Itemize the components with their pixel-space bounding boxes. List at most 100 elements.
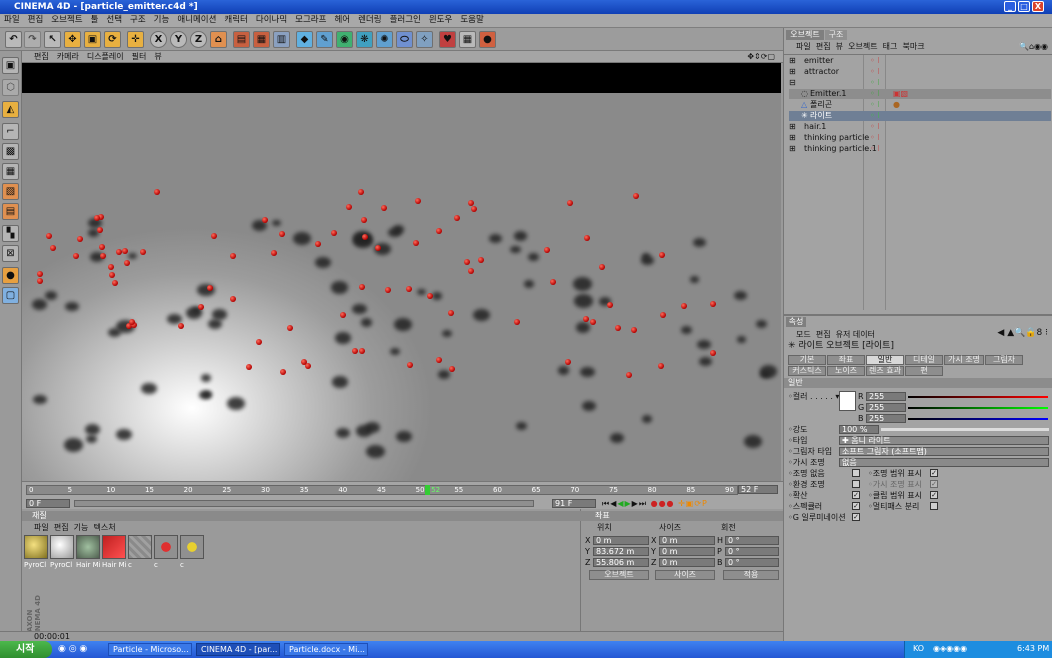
apply-button[interactable]: 적용: [723, 570, 779, 580]
workplane-icon[interactable]: ▢: [2, 287, 19, 304]
timeline-ruler[interactable]: 0 5 10 15 20 25 30 35 40 45 50 52 55 60 65 70 75 80 85 90: [26, 485, 738, 495]
object-row-light-selected[interactable]: ✳ 라이트 ◦ ⁝: [789, 111, 1051, 121]
language-indicator[interactable]: KO: [913, 644, 924, 653]
tab-objects[interactable]: 오브젝트: [786, 30, 824, 40]
attr-tab-details[interactable]: 디테일: [905, 355, 943, 365]
attr-tab-visible-light[interactable]: 가시 조명: [944, 355, 984, 365]
animation-mode-icon[interactable]: ⊠: [2, 245, 19, 262]
attr-nav-icons[interactable]: ◀ ▲🔍🔒8 ⁝: [997, 328, 1048, 338]
uv-mode-icon[interactable]: ▤: [2, 203, 19, 220]
material-thumb-hair-2[interactable]: [102, 535, 126, 559]
menu-animation[interactable]: 애니메이션: [173, 14, 220, 27]
object-name[interactable]: hair.1: [804, 122, 826, 132]
attr-tab-lens-effects[interactable]: 렌즈 효과: [866, 366, 904, 376]
tray-icons[interactable]: ◉◈◉◉◉: [933, 644, 967, 653]
render-settings-icon[interactable]: ▥: [273, 31, 290, 48]
tab-structure[interactable]: 구조: [825, 30, 847, 40]
object-name[interactable]: thinking particle.1: [804, 144, 877, 154]
attr-tab-shadow[interactable]: 그림자: [985, 355, 1023, 365]
select-icon[interactable]: ↖: [44, 31, 61, 48]
light-icon[interactable]: ▦: [459, 31, 476, 48]
attr-tab-basic[interactable]: 기본: [788, 355, 826, 365]
no-illumination-checkbox[interactable]: [852, 469, 860, 477]
spline-pen-icon[interactable]: ✎: [316, 31, 333, 48]
r-slider[interactable]: [908, 396, 1048, 398]
pos-key-icon[interactable]: ✛: [678, 499, 686, 508]
play-back-icon[interactable]: ◀: [617, 499, 624, 508]
position-x-field[interactable]: 0 m: [593, 536, 649, 545]
texture-mode-icon[interactable]: ▧: [2, 183, 19, 200]
show-illumination-checkbox[interactable]: ✓: [930, 469, 938, 477]
vp-menu-camera[interactable]: 카메라: [53, 51, 83, 62]
mat-menu-function[interactable]: 기능: [74, 523, 89, 532]
goto-end-icon[interactable]: ⏭: [639, 499, 647, 508]
vp-menu-edit[interactable]: 편집: [22, 51, 53, 62]
end-frame-field[interactable]: 91 F: [552, 499, 596, 508]
menu-render[interactable]: 렌더링: [354, 14, 385, 27]
attr-menu-userdata[interactable]: 유저 데이터: [836, 330, 875, 339]
obj-menu-file[interactable]: 파일: [796, 42, 811, 51]
z-lock-icon[interactable]: Z: [190, 31, 207, 48]
menu-window[interactable]: 윈도우: [425, 14, 456, 27]
shadow-type-dropdown[interactable]: 소프트 그림자 (소프트맵): [839, 447, 1049, 456]
light-type-dropdown[interactable]: ✚ 옴니 라이트: [839, 436, 1049, 445]
menu-hair[interactable]: 헤어: [330, 14, 354, 27]
attr-tab-general[interactable]: 일반: [866, 355, 904, 365]
material-thumb-c-1[interactable]: [128, 535, 152, 559]
menu-plugins[interactable]: 플러그인: [386, 14, 425, 27]
polygons-mode-icon[interactable]: ▦: [2, 163, 19, 180]
move-icon[interactable]: ✥: [64, 31, 81, 48]
material-tag-icon[interactable]: ●: [893, 100, 900, 110]
vp-menu-display[interactable]: 디스플레이: [83, 51, 128, 62]
viewport-nav-icons[interactable]: ✥⇕⟳▢: [743, 51, 779, 62]
object-row[interactable]: ⊞ hair.1 ◦ ⁝: [789, 122, 1051, 132]
attr-menu-edit[interactable]: 편집: [816, 330, 831, 339]
rotation-p-field[interactable]: 0 °: [725, 547, 779, 556]
edges-mode-icon[interactable]: ▩: [2, 143, 19, 160]
intensity-slider[interactable]: [881, 428, 1049, 431]
menu-dynamics[interactable]: 다이나믹: [252, 14, 291, 27]
menu-object[interactable]: 오브젝트: [47, 14, 86, 27]
close-button[interactable]: X: [1032, 1, 1044, 12]
undo-icon[interactable]: ↶: [5, 31, 22, 48]
rotate-icon[interactable]: ⟳: [104, 31, 121, 48]
coord-system-icon[interactable]: ⌂: [210, 31, 227, 48]
object-row[interactable]: ⊞ emitter ◦ ⁝: [789, 56, 1051, 66]
cube-icon[interactable]: ◆: [296, 31, 313, 48]
menu-mograph[interactable]: 모그라프: [291, 14, 330, 27]
ambient-checkbox[interactable]: [852, 480, 860, 488]
obj-menu-edit[interactable]: 편집: [816, 42, 831, 51]
menu-file[interactable]: 파일: [0, 14, 24, 27]
object-row[interactable]: ⊞ attractor ◦ ⁝: [789, 67, 1051, 77]
color-b-field[interactable]: 255: [866, 414, 906, 423]
axis-icon[interactable]: ✛: [127, 31, 144, 48]
object-name[interactable]: emitter: [804, 56, 833, 66]
attr-tab-caustics[interactable]: 커스틱스: [788, 366, 826, 376]
attr-tab-noise[interactable]: 노이즈: [827, 366, 865, 376]
task-word-1[interactable]: Particle - Microso...: [108, 643, 192, 656]
gi-checkbox[interactable]: ✓: [852, 513, 860, 521]
timeline-playhead[interactable]: [425, 485, 431, 495]
material-thumb-pyrocluster-2[interactable]: [50, 535, 74, 559]
visible-light-dropdown[interactable]: 없음: [839, 458, 1049, 467]
menu-character[interactable]: 캐릭터: [220, 14, 251, 27]
coords-mode-dropdown[interactable]: 오브젝트: [589, 570, 649, 580]
start-frame-field[interactable]: 0 F: [26, 499, 70, 508]
tag-icon[interactable]: ●: [479, 31, 496, 48]
rot-key-icon[interactable]: ⟳: [694, 499, 702, 508]
material-thumb-c-3[interactable]: [180, 535, 204, 559]
minimize-button[interactable]: _: [1004, 1, 1016, 12]
camera-icon[interactable]: ♥: [439, 31, 456, 48]
object-row[interactable]: ⊟ ◦ ⁝: [789, 78, 1051, 88]
mat-menu-texture[interactable]: 텍스처: [93, 523, 115, 532]
sculpt-icon[interactable]: ●: [2, 267, 19, 284]
model-tool-icon[interactable]: ⬡: [2, 79, 19, 96]
separate-pass-checkbox[interactable]: [930, 502, 938, 510]
menu-structure[interactable]: 구조: [126, 14, 150, 27]
color-swatch[interactable]: [839, 391, 856, 411]
material-thumb-pyrocluster-1[interactable]: [24, 535, 48, 559]
show-visible-checkbox[interactable]: ✓: [930, 480, 938, 488]
deformer-icon[interactable]: ✺: [376, 31, 393, 48]
object-axis-icon[interactable]: ◭: [2, 101, 19, 118]
color-g-field[interactable]: 255: [866, 403, 906, 412]
